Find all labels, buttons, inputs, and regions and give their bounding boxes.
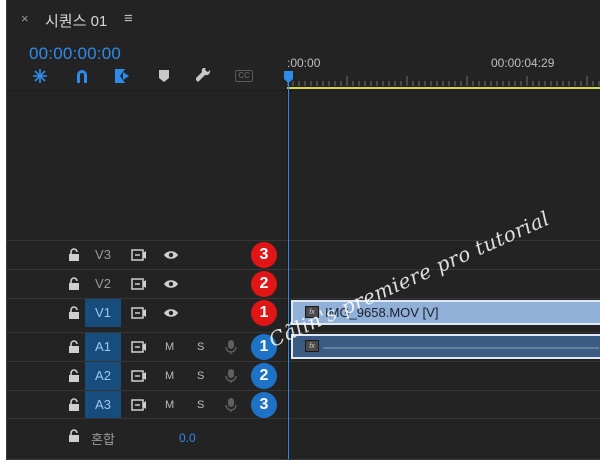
lock-icon[interactable] [67, 340, 81, 354]
annotation-badge: 2 [251, 363, 277, 389]
video-clip[interactable]: fx IMG_9658.MOV [V] [291, 300, 600, 325]
ruler-end-label: 00:00:04:29 [491, 56, 555, 70]
mix-track-label: 혼합 [91, 432, 115, 447]
mix-track: 혼합 0.0 [7, 418, 600, 459]
annotation-badge: 1 [251, 334, 277, 360]
sync-lock-icon[interactable] [131, 277, 147, 291]
playhead-handle[interactable] [284, 71, 293, 83]
sync-lock-icon[interactable] [131, 340, 147, 354]
track-name-a1[interactable]: A1 [85, 333, 121, 361]
panel-menu-icon[interactable]: ≡ [124, 10, 133, 27]
eye-icon[interactable] [163, 307, 179, 319]
sync-lock-icon[interactable] [131, 398, 147, 412]
ruler-ticks [287, 76, 600, 86]
track-a3: A3 M S 3 [7, 390, 600, 419]
captions-icon[interactable]: CC [233, 66, 255, 86]
track-name-v3[interactable]: V3 [85, 241, 121, 269]
mute-button[interactable]: M [165, 391, 174, 419]
wrench-icon[interactable] [193, 66, 215, 86]
track-name-v2[interactable]: V2 [85, 270, 121, 298]
annotation-badge: 1 [251, 300, 277, 326]
header-divider [7, 90, 600, 91]
track-name-v1[interactable]: V1 [85, 299, 121, 327]
track-a2: A2 M S 2 [7, 361, 600, 390]
solo-button[interactable]: S [197, 391, 204, 419]
panel-tab-bar: × 시퀀스 01 ≡ [7, 0, 600, 38]
lock-icon[interactable] [67, 429, 81, 443]
work-area-bar[interactable] [287, 87, 600, 89]
audio-clip[interactable]: fx [291, 334, 600, 359]
track-v2: V2 2 [7, 269, 600, 298]
sequence-tab-title[interactable]: 시퀀스 01 [45, 10, 107, 31]
time-ruler[interactable]: :00:00 00:00:04:29 [287, 38, 600, 90]
lock-icon[interactable] [67, 277, 81, 291]
playhead-line[interactable] [288, 78, 289, 459]
lock-icon[interactable] [67, 306, 81, 320]
marker-icon[interactable] [153, 66, 175, 86]
playhead-timecode[interactable]: 00:00:00:00 [29, 44, 121, 64]
annotation-badge: 2 [251, 271, 277, 297]
fx-badge[interactable]: fx [305, 306, 319, 318]
audio-waveform [323, 347, 599, 349]
mix-volume-value[interactable]: 0.0 [179, 431, 196, 445]
mute-button[interactable]: M [165, 362, 174, 390]
linked-selection-icon[interactable] [71, 66, 93, 86]
ruler-start-label: :00:00 [287, 56, 321, 70]
annotation-badge: 3 [251, 242, 277, 268]
solo-button[interactable]: S [197, 362, 204, 390]
lock-icon[interactable] [67, 369, 81, 383]
microphone-icon[interactable] [225, 339, 237, 355]
timeline-panel: × 시퀀스 01 ≡ 00:00:00:00 CC :00:00 00:00:0… [6, 0, 600, 460]
close-tab-icon[interactable]: × [21, 11, 29, 26]
track-name-a2[interactable]: A2 [85, 362, 121, 390]
mute-button[interactable]: M [165, 333, 174, 361]
sync-lock-icon[interactable] [131, 248, 147, 262]
track-name-a3[interactable]: A3 [85, 391, 121, 419]
microphone-icon[interactable] [225, 397, 237, 413]
add-marker-icon[interactable] [111, 66, 133, 86]
snap-icon[interactable] [29, 66, 51, 86]
video-clip-name: IMG_9658.MOV [V] [325, 305, 439, 320]
annotation-badge: 3 [251, 392, 277, 418]
microphone-icon[interactable] [225, 368, 237, 384]
eye-icon[interactable] [163, 249, 179, 261]
eye-icon[interactable] [163, 278, 179, 290]
sync-lock-icon[interactable] [131, 306, 147, 320]
lock-icon[interactable] [67, 248, 81, 262]
sync-lock-icon[interactable] [131, 369, 147, 383]
solo-button[interactable]: S [197, 333, 204, 361]
captions-label: CC [235, 70, 253, 82]
track-v3: V3 3 [7, 240, 600, 269]
lock-icon[interactable] [67, 398, 81, 412]
